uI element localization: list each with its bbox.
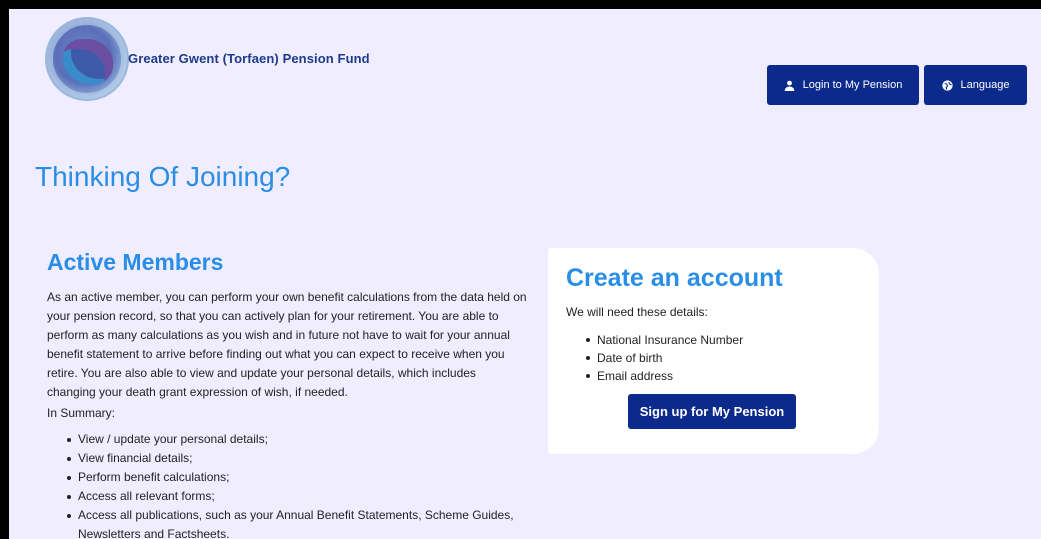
section-title: Active Members — [47, 249, 224, 275]
card-subtitle: We will need these details: — [566, 305, 708, 319]
list-item: Access all relevant forms; — [67, 487, 537, 506]
login-button-label: Login to My Pension — [802, 79, 903, 91]
fund-logo[interactable] — [45, 17, 129, 101]
required-details-list: National Insurance Number Date of birth … — [586, 331, 743, 385]
login-button[interactable]: Login to My Pension — [767, 65, 919, 105]
body-text: As an active member, you can perform you… — [47, 290, 527, 399]
page-title: Thinking Of Joining? — [35, 161, 291, 192]
list-item: Email address — [586, 367, 743, 385]
list-item: Perform benefit calculations; — [67, 468, 537, 487]
page: Greater Gwent (Torfaen) Pension Fund Log… — [9, 9, 1041, 539]
create-account-card: Create an account We will need these det… — [548, 248, 879, 454]
language-button[interactable]: Language — [924, 65, 1027, 105]
card-title: Create an account — [566, 264, 783, 292]
list-item: View financial details; — [67, 449, 537, 468]
list-item: National Insurance Number — [586, 331, 743, 349]
list-item: View / update your personal details; — [67, 430, 537, 449]
signup-button[interactable]: Sign up for My Pension — [628, 394, 796, 429]
list-item: Date of birth — [586, 349, 743, 367]
globe-icon — [941, 79, 953, 91]
logo-ring — [47, 19, 127, 99]
language-button-label: Language — [960, 79, 1010, 91]
user-icon — [784, 80, 794, 91]
org-name: Greater Gwent (Torfaen) Pension Fund — [128, 51, 370, 66]
list-item: Access all publications, such as your An… — [67, 506, 537, 539]
summary-list: View / update your personal details; Vie… — [67, 430, 537, 539]
summary-label: In Summary: — [47, 406, 116, 420]
